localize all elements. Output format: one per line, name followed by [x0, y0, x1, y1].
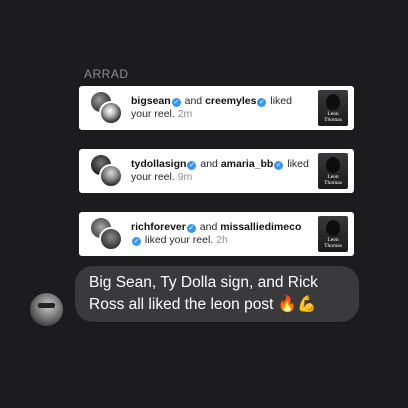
sender-name: ARRAD: [84, 67, 129, 81]
message-text: Big Sean, Ty Dolla sign, and Rick Ross a…: [89, 274, 318, 313]
thumbnail-caption: Leon Thomas: [324, 237, 342, 249]
avatar: [99, 101, 123, 125]
timestamp: 2h: [216, 234, 228, 246]
reel-thumbnail[interactable]: Leon Thomas: [318, 153, 348, 189]
shared-notification-card[interactable]: tydollasign ✓ and amaria_bb ✓ liked your r…: [79, 149, 354, 193]
reel-thumbnail[interactable]: Leon Thomas: [318, 216, 348, 252]
avatar: [99, 227, 123, 251]
verified-badge-icon: ✓: [171, 98, 181, 107]
username: tydollasign: [131, 158, 187, 170]
shared-notification-card[interactable]: bigsean ✓ and creemyles ✓ liked your reel.…: [79, 86, 354, 130]
username: amaria_bb: [220, 158, 274, 170]
avatar: [99, 164, 123, 188]
sender-avatar[interactable]: [30, 293, 63, 326]
message-bubble[interactable]: Big Sean, Ty Dolla sign, and Rick Ross a…: [75, 266, 359, 322]
username: richforever: [131, 221, 186, 233]
thumbnail-caption: Leon Thomas: [324, 111, 342, 123]
username: creemyles: [205, 95, 257, 107]
liker-avatars: [87, 152, 125, 190]
shared-notification-card[interactable]: richforever ✓ and missalliedimeco✓ liked …: [79, 212, 354, 256]
verified-badge-icon: ✓: [187, 161, 197, 170]
timestamp: 2m: [177, 108, 193, 120]
notification-text: bigsean ✓ and creemyles ✓ liked your reel.…: [131, 95, 292, 120]
notification-text: richforever ✓ and missalliedimeco✓ liked …: [131, 221, 302, 246]
notification-text: tydollasign ✓ and amaria_bb ✓ liked your r…: [131, 158, 309, 183]
verified-badge-icon: ✓: [132, 237, 141, 246]
verified-badge-icon: ✓: [274, 161, 284, 170]
liker-avatars: [87, 89, 125, 127]
liker-avatars: [87, 215, 125, 253]
username: bigsean: [131, 95, 171, 107]
verified-badge-icon: ✓: [186, 224, 196, 233]
reel-thumbnail[interactable]: Leon Thomas: [318, 90, 348, 126]
timestamp: 9m: [177, 171, 193, 183]
thumbnail-caption: Leon Thomas: [324, 174, 342, 186]
username: missalliedimeco: [220, 221, 302, 233]
verified-badge-icon: ✓: [257, 98, 267, 107]
